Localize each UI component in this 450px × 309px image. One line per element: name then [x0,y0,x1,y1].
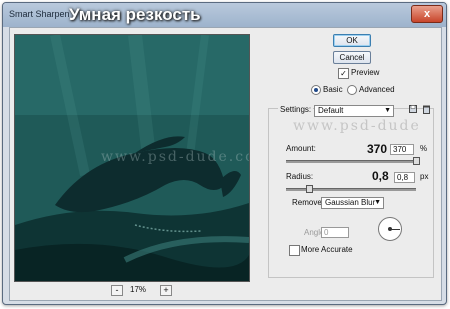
amount-big-value: 370 [367,142,388,156]
ok-button[interactable]: OK [333,34,371,47]
save-settings-icon[interactable] [409,105,417,113]
basic-radio[interactable] [311,85,321,95]
amount-slider[interactable] [286,157,420,165]
radio-selected-dot [314,88,318,92]
angle-dial-center [388,227,392,231]
zoom-out-button[interactable]: - [111,285,123,296]
overlay-title: Умная резкость [69,5,201,24]
radius-field[interactable]: 0,8 [394,172,415,183]
remove-value: Gaussian Blur [325,198,376,207]
settings-value: Default [318,106,344,115]
angle-field[interactable]: 0 [321,227,349,238]
radius-label: Radius: [286,172,314,181]
preview-image[interactable]: www.psd-dude.com [14,34,250,282]
settings-label: Settings: [278,105,314,114]
window-title: Smart Sharpen [9,9,70,19]
zoom-in-button[interactable]: + [160,285,172,296]
trash-icon[interactable] [423,105,430,114]
dialog-body: www.psd-dude.com - 17% + www.psd-dude OK… [9,27,442,301]
advanced-label: Advanced [359,85,395,94]
remove-select[interactable]: Gaussian Blur ▼ [321,197,384,209]
radius-unit: px [420,172,429,181]
basic-label: Basic [323,85,343,94]
smart-sharpen-dialog: Smart Sharpen Умная резкость x www.psd-d… [2,2,447,305]
chevron-down-icon: ▼ [374,199,381,206]
amount-field[interactable]: 370 [390,144,414,155]
preview-label: Preview [351,68,380,77]
amount-slider-thumb[interactable] [413,157,420,165]
preview-checkbox[interactable]: ✓ [338,68,349,79]
angle-dial[interactable] [378,217,402,241]
settings-select[interactable]: Default ▼ [314,105,394,117]
radius-big-value: 0,8 [372,169,389,183]
amount-unit: % [420,144,428,153]
radius-slider-thumb[interactable] [306,185,313,193]
remove-label: Remove: [292,198,325,207]
title-bar: Smart Sharpen Умная резкость x [3,3,446,27]
advanced-radio[interactable] [347,85,357,95]
close-button[interactable]: x [411,5,443,23]
more-accurate-checkbox[interactable] [289,245,300,256]
watermark-left: www.psd-dude.com [101,149,249,165]
amount-label: Amount: [286,144,316,153]
radius-slider[interactable] [286,185,416,193]
chevron-down-icon: ▼ [384,107,391,114]
more-accurate-label: More Accurate [301,245,353,254]
cancel-button[interactable]: Cancel [333,51,371,64]
zoom-level: 17% [130,285,147,294]
